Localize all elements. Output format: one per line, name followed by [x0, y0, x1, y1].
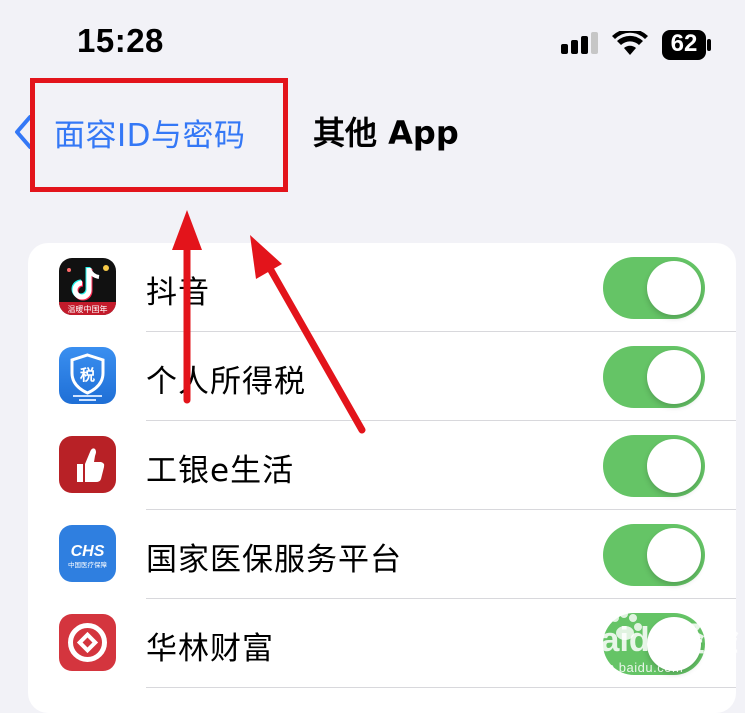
app-name: 工银e生活	[146, 453, 295, 489]
annotation-highlight-box	[30, 78, 288, 192]
douyin-icon-caption: 温暖中国年	[68, 304, 108, 314]
list-item: 温暖中国年 抖音	[28, 243, 736, 332]
status-time: 15:28	[77, 22, 164, 59]
cellular-signal-icon	[561, 32, 598, 54]
thumbs-up-icon	[59, 436, 116, 493]
chs-icon: CHS 中国医疗保障	[59, 525, 116, 582]
list-item: 工银e生活	[28, 421, 736, 510]
tax-face-id-toggle[interactable]	[603, 346, 705, 408]
app-name: 华林财富	[146, 631, 274, 667]
chs-face-id-toggle[interactable]	[603, 524, 705, 586]
watermark-url: jingyan.baidu.com	[570, 660, 684, 675]
page-title: 其他 App	[313, 114, 459, 152]
toggle-knob	[647, 261, 701, 315]
app-name: 个人所得税	[146, 364, 306, 400]
icbc-face-id-toggle[interactable]	[603, 435, 705, 497]
list-item: CHS 中国医疗保障 国家医保服务平台	[28, 510, 736, 599]
app-name: 国家医保服务平台	[146, 542, 402, 578]
toggle-knob	[647, 528, 701, 582]
app-name: 抖音	[146, 275, 210, 311]
chs-icon-caption: 中国医疗保障	[68, 560, 108, 569]
tax-shield-icon: 税	[59, 347, 116, 404]
row-divider	[146, 687, 736, 688]
douyin-icon: 温暖中国年	[59, 258, 116, 315]
battery-level: 62	[670, 30, 698, 57]
chs-icon-badge: CHS	[71, 543, 105, 560]
list-item: 税 个人所得税	[28, 332, 736, 421]
toggle-knob	[647, 439, 701, 493]
watermark-brand: Baidu经验	[576, 621, 739, 659]
wifi-icon	[612, 31, 648, 55]
douyin-face-id-toggle[interactable]	[603, 257, 705, 319]
coin-icon	[59, 614, 116, 671]
tax-icon-badge: 税	[80, 366, 95, 384]
toggle-knob	[647, 350, 701, 404]
